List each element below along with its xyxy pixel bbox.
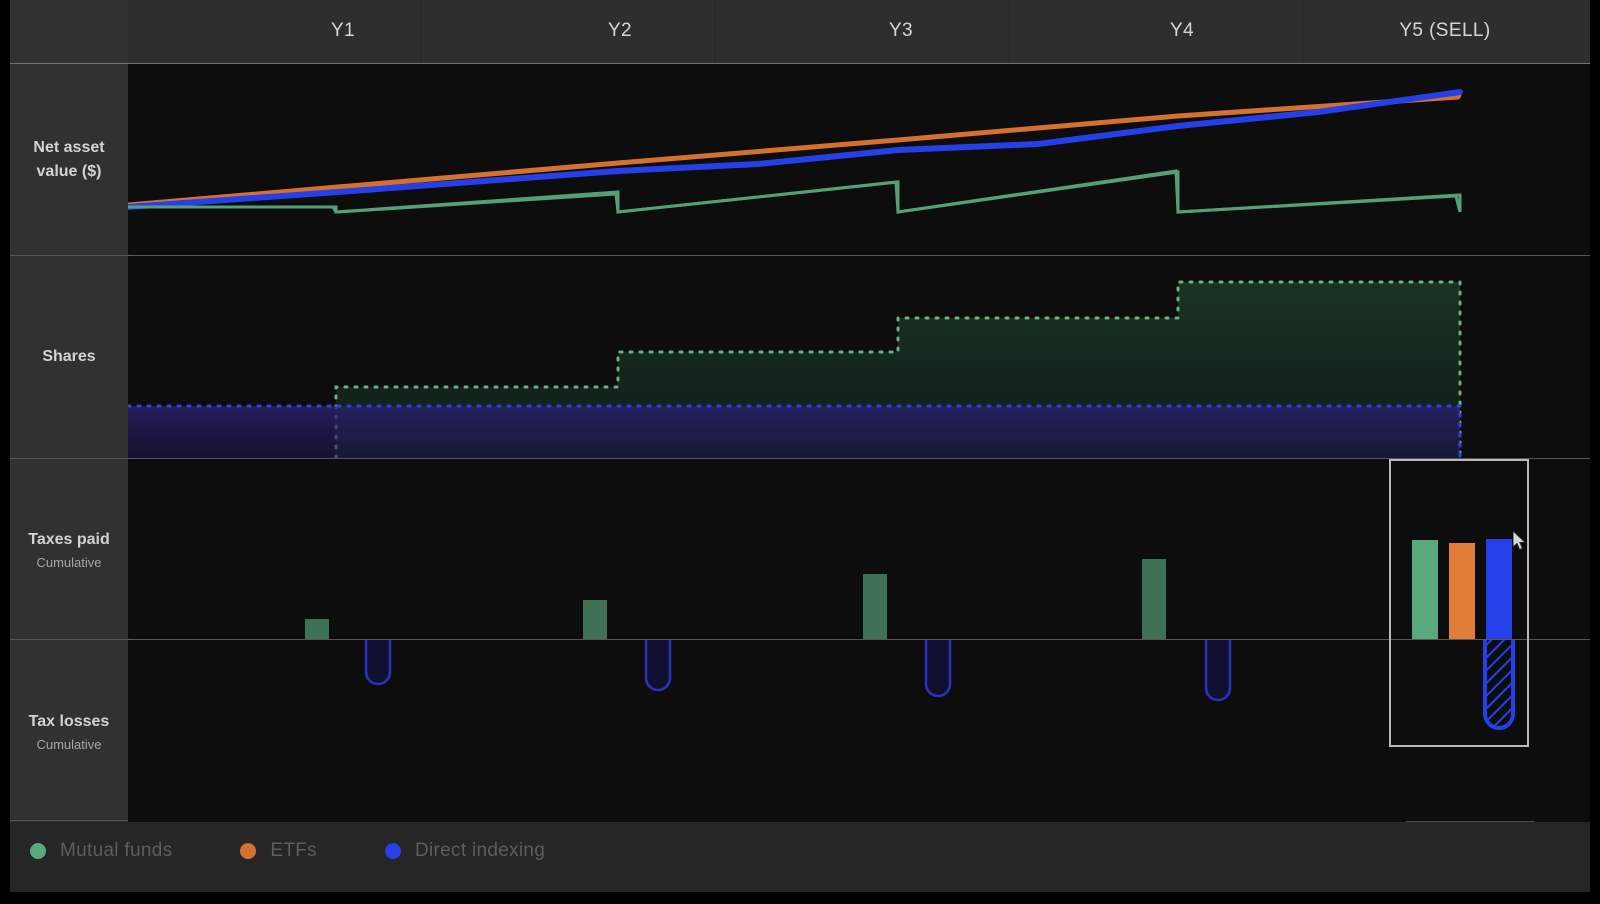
bar-losses-direct-indexing-y1[interactable] — [364, 640, 392, 686]
legend-item-etfs[interactable]: ETFs — [240, 840, 317, 862]
year-label-y3[interactable]: Y3 — [801, 20, 1001, 42]
mouse-cursor-icon — [1513, 531, 1527, 551]
bar-taxes-mutual-funds-y4[interactable] — [1142, 559, 1166, 639]
legend-label-direct-indexing: Direct indexing — [414, 840, 546, 861]
panel-net-asset-value — [128, 64, 1590, 255]
row-label-shares: Shares — [10, 256, 128, 458]
nav-plot — [128, 89, 1463, 214]
taxes-paid-plot — [305, 539, 1512, 639]
bar-taxes-mutual-funds-y1[interactable] — [305, 619, 329, 639]
row-label-subtitle: Cumulative — [36, 737, 102, 752]
bar-losses-direct-indexing-y2[interactable] — [644, 640, 672, 692]
year5-selection-highlight-box[interactable] — [1389, 459, 1529, 747]
row-label-line1: Net asset — [33, 138, 105, 156]
tax-losses-plot — [364, 640, 1515, 730]
header-row-label-cell — [10, 0, 128, 64]
shares-area-direct-indexing — [128, 406, 1460, 458]
legend-label-mutual-funds: Mutual funds — [60, 840, 173, 861]
legend-item-mutual-funds[interactable]: Mutual funds — [30, 840, 172, 862]
chart-canvas: Y1 Y2 Y3 Y4 Y5 (SELL) Net asset value ($… — [10, 0, 1590, 892]
row-label-subtitle: Cumulative — [36, 555, 102, 570]
legend-dot-mutual-funds-icon — [30, 843, 46, 859]
bar-taxes-mutual-funds-y2[interactable] — [583, 600, 607, 639]
panel-taxes-paid — [128, 459, 1590, 639]
row-label-tax-losses: Tax losses Cumulative — [10, 640, 128, 822]
row-label-net-asset-value: Net asset value ($) — [10, 64, 128, 255]
row-label-line2: value ($) — [36, 162, 102, 180]
row-label-line1: Shares — [42, 348, 96, 365]
year-label-y2[interactable]: Y2 — [520, 20, 720, 42]
panel-tax-losses — [128, 640, 1590, 822]
legend-item-direct-indexing[interactable]: Direct indexing — [384, 840, 546, 862]
row-label-line1: Taxes paid — [28, 531, 110, 548]
row-label-taxes-paid: Taxes paid Cumulative — [10, 459, 128, 639]
nav-series-etfs — [128, 89, 1463, 208]
row-label-line1: Tax losses — [28, 713, 110, 730]
legend-dot-etfs-icon — [240, 843, 257, 859]
year-header-row: Y1 Y2 Y3 Y4 Y5 (SELL) — [10, 0, 1590, 64]
chart-legend: Mutual funds ETFs Direct indexing — [10, 822, 1590, 892]
shares-plot — [128, 280, 1462, 458]
bar-losses-direct-indexing-y4[interactable] — [1204, 640, 1232, 702]
app-root: Y1 Y2 Y3 Y4 Y5 (SELL) Net asset value ($… — [0, 0, 1600, 904]
bar-losses-direct-indexing-y3[interactable] — [924, 640, 952, 698]
legend-label-etfs: ETFs — [270, 840, 317, 861]
year-label-y1[interactable]: Y1 — [243, 20, 443, 42]
legend-dot-direct-indexing-icon — [384, 843, 401, 859]
bar-taxes-mutual-funds-y3[interactable] — [863, 574, 887, 639]
panel-shares — [128, 256, 1590, 458]
year-label-y5-sell[interactable]: Y5 (SELL) — [1335, 20, 1555, 42]
year-label-y4[interactable]: Y4 — [1082, 20, 1282, 42]
